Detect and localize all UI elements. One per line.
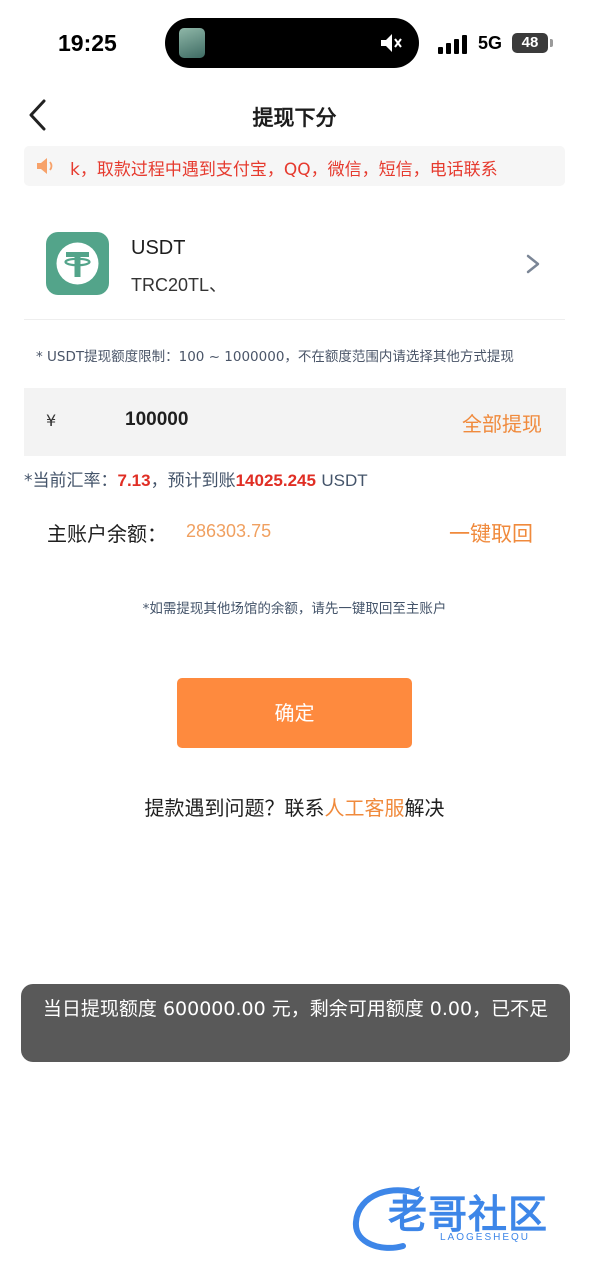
toast-message: 当日提现额度 600000.00 元，剩余可用额度 0.00，已不足 xyxy=(21,984,570,1062)
notice-bar: k，取款过程中遇到支付宝，QQ，微信，短信，电话联系 xyxy=(24,146,565,186)
page-title: 提现下分 xyxy=(252,106,337,130)
rate-value: 7.13 xyxy=(117,471,151,490)
help-prefix: 提款遇到问题？联系 xyxy=(144,796,325,820)
chevron-right-icon[interactable] xyxy=(524,253,542,275)
method-name[interactable]: USDT xyxy=(131,237,185,260)
estimate-unit: USDT xyxy=(321,471,368,490)
media-thumbnail xyxy=(179,28,205,58)
watermark-subtext: LAOGESHEQU xyxy=(440,1232,531,1243)
watermark-logo: 老哥社区 LAOGESHEQU xyxy=(348,1184,574,1256)
limit-note: * USDT提现额度限制：100 ~ 1000000，不在额度范围内请选择其他方… xyxy=(36,349,514,365)
currency-symbol: ¥ xyxy=(46,411,57,430)
amount-input-row[interactable]: ¥ 100000 全部提现 xyxy=(24,388,566,456)
help-suffix: 解决 xyxy=(404,796,445,820)
balance-value: 286303.75 xyxy=(186,521,272,541)
exchange-rate: *当前汇率：7.13，预计到账14025.245 USDT xyxy=(24,466,368,491)
network-type: 5G xyxy=(478,33,503,53)
status-time: 19:25 xyxy=(58,30,117,56)
tether-logo-icon xyxy=(46,232,109,295)
customer-service-link[interactable]: 人工客服 xyxy=(325,796,405,820)
notice-text: k，取款过程中遇到支付宝，QQ，微信，短信，电话联系 xyxy=(70,160,498,180)
rate-label: *当前汇率： xyxy=(24,471,118,491)
recall-all-button[interactable]: 一键取回 xyxy=(449,518,533,548)
method-address: TRC20TL、 xyxy=(131,275,228,295)
help-text: 提款遇到问题？联系人工客服解决 xyxy=(0,792,589,821)
divider xyxy=(24,319,565,320)
estimate-label: ，预计到账 xyxy=(150,471,236,491)
estimate-value: 14025.245 xyxy=(235,471,316,490)
recall-hint: *如需提现其他场馆的余额，请先一键取回至主账户 xyxy=(142,601,447,617)
battery-icon: 48 xyxy=(512,33,548,53)
dynamic-island xyxy=(165,18,419,68)
confirm-button[interactable]: 确定 xyxy=(177,678,412,748)
speaker-icon xyxy=(37,158,53,174)
amount-input[interactable]: 100000 xyxy=(125,409,188,431)
battery-nub xyxy=(550,39,553,47)
signal-icon xyxy=(438,35,467,54)
balance-label: 主账户余额： xyxy=(47,522,167,546)
withdraw-all-button[interactable]: 全部提现 xyxy=(462,408,542,437)
mute-icon xyxy=(381,34,402,52)
